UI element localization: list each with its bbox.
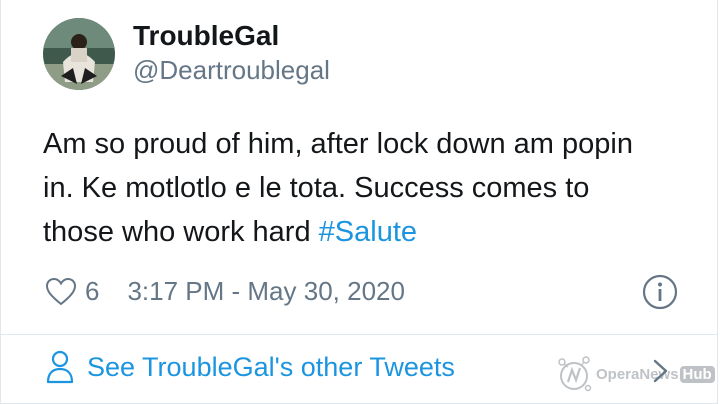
watermark: OperaNews Hub — [554, 352, 715, 396]
watermark-hub: Hub — [679, 365, 715, 383]
see-other-tweets-label: See TroubleGal's other Tweets — [87, 351, 455, 382]
tweet-body: Am so proud of him, after lock down am p… — [43, 122, 663, 254]
user-names: TroubleGal @Deartroublegal — [133, 19, 330, 87]
avatar[interactable] — [43, 18, 115, 90]
tweet-meta: 6 3:17 PM - May 30, 2020 — [45, 276, 405, 307]
divider — [1, 334, 717, 335]
like-count: 6 — [85, 276, 100, 306]
see-other-tweets-link[interactable]: See TroubleGal's other Tweets — [45, 350, 455, 384]
display-name[interactable]: TroubleGal — [133, 19, 330, 53]
heart-icon[interactable] — [45, 277, 77, 307]
chevron-right-icon[interactable] — [651, 358, 671, 384]
hashtag-link[interactable]: #Salute — [319, 216, 417, 248]
tweet-card: TroubleGal @Deartroublegal Am so proud o… — [0, 0, 718, 404]
tweet-header: TroubleGal @Deartroublegal — [43, 18, 330, 90]
tweet-timestamp[interactable]: 3:17 PM - May 30, 2020 — [127, 276, 404, 307]
user-icon — [45, 350, 75, 384]
opera-news-logo — [554, 352, 594, 396]
info-icon[interactable] — [642, 274, 678, 310]
user-handle[interactable]: @Deartroublegal — [133, 53, 330, 87]
